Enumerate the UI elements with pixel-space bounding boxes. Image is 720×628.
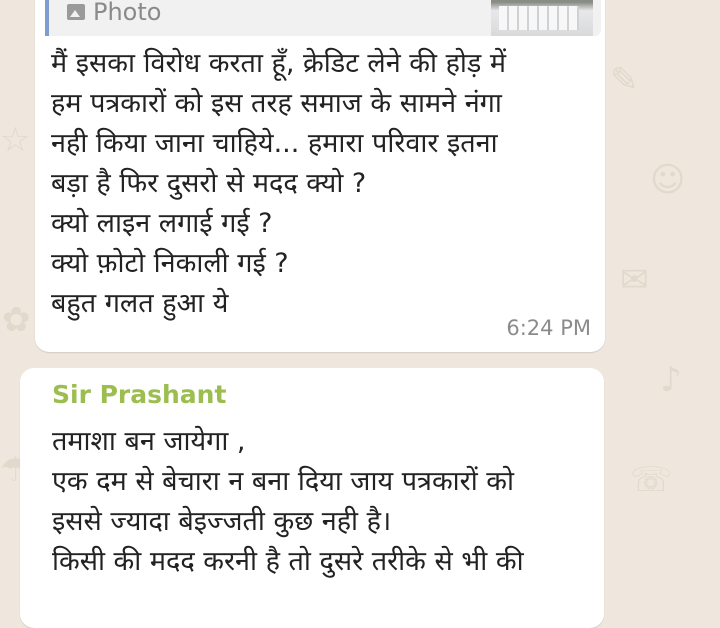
sender-name[interactable]: Sir Prashant bbox=[52, 380, 226, 409]
message-timestamp: 6:24 PM bbox=[506, 316, 591, 340]
message-text: तमाशा बन जायेगा , एक दम से बेचारा न बना … bbox=[52, 426, 524, 577]
quoted-reply[interactable]: Photo bbox=[45, 0, 601, 36]
quoted-photo-thumbnail[interactable] bbox=[491, 0, 593, 36]
quoted-label-text: Photo bbox=[93, 0, 162, 26]
quoted-label: Photo bbox=[67, 0, 161, 26]
message-bubble[interactable]: Photo मैं इसका विरोध करता हूँ, क्रेडिट ल… bbox=[35, 0, 605, 352]
photo-icon bbox=[67, 4, 85, 20]
message-text: मैं इसका विरोध करता हूँ, क्रेडिट लेने की… bbox=[51, 48, 507, 319]
message-bubble[interactable]: Sir Prashant तमाशा बन जायेगा , एक दम से … bbox=[20, 368, 604, 628]
